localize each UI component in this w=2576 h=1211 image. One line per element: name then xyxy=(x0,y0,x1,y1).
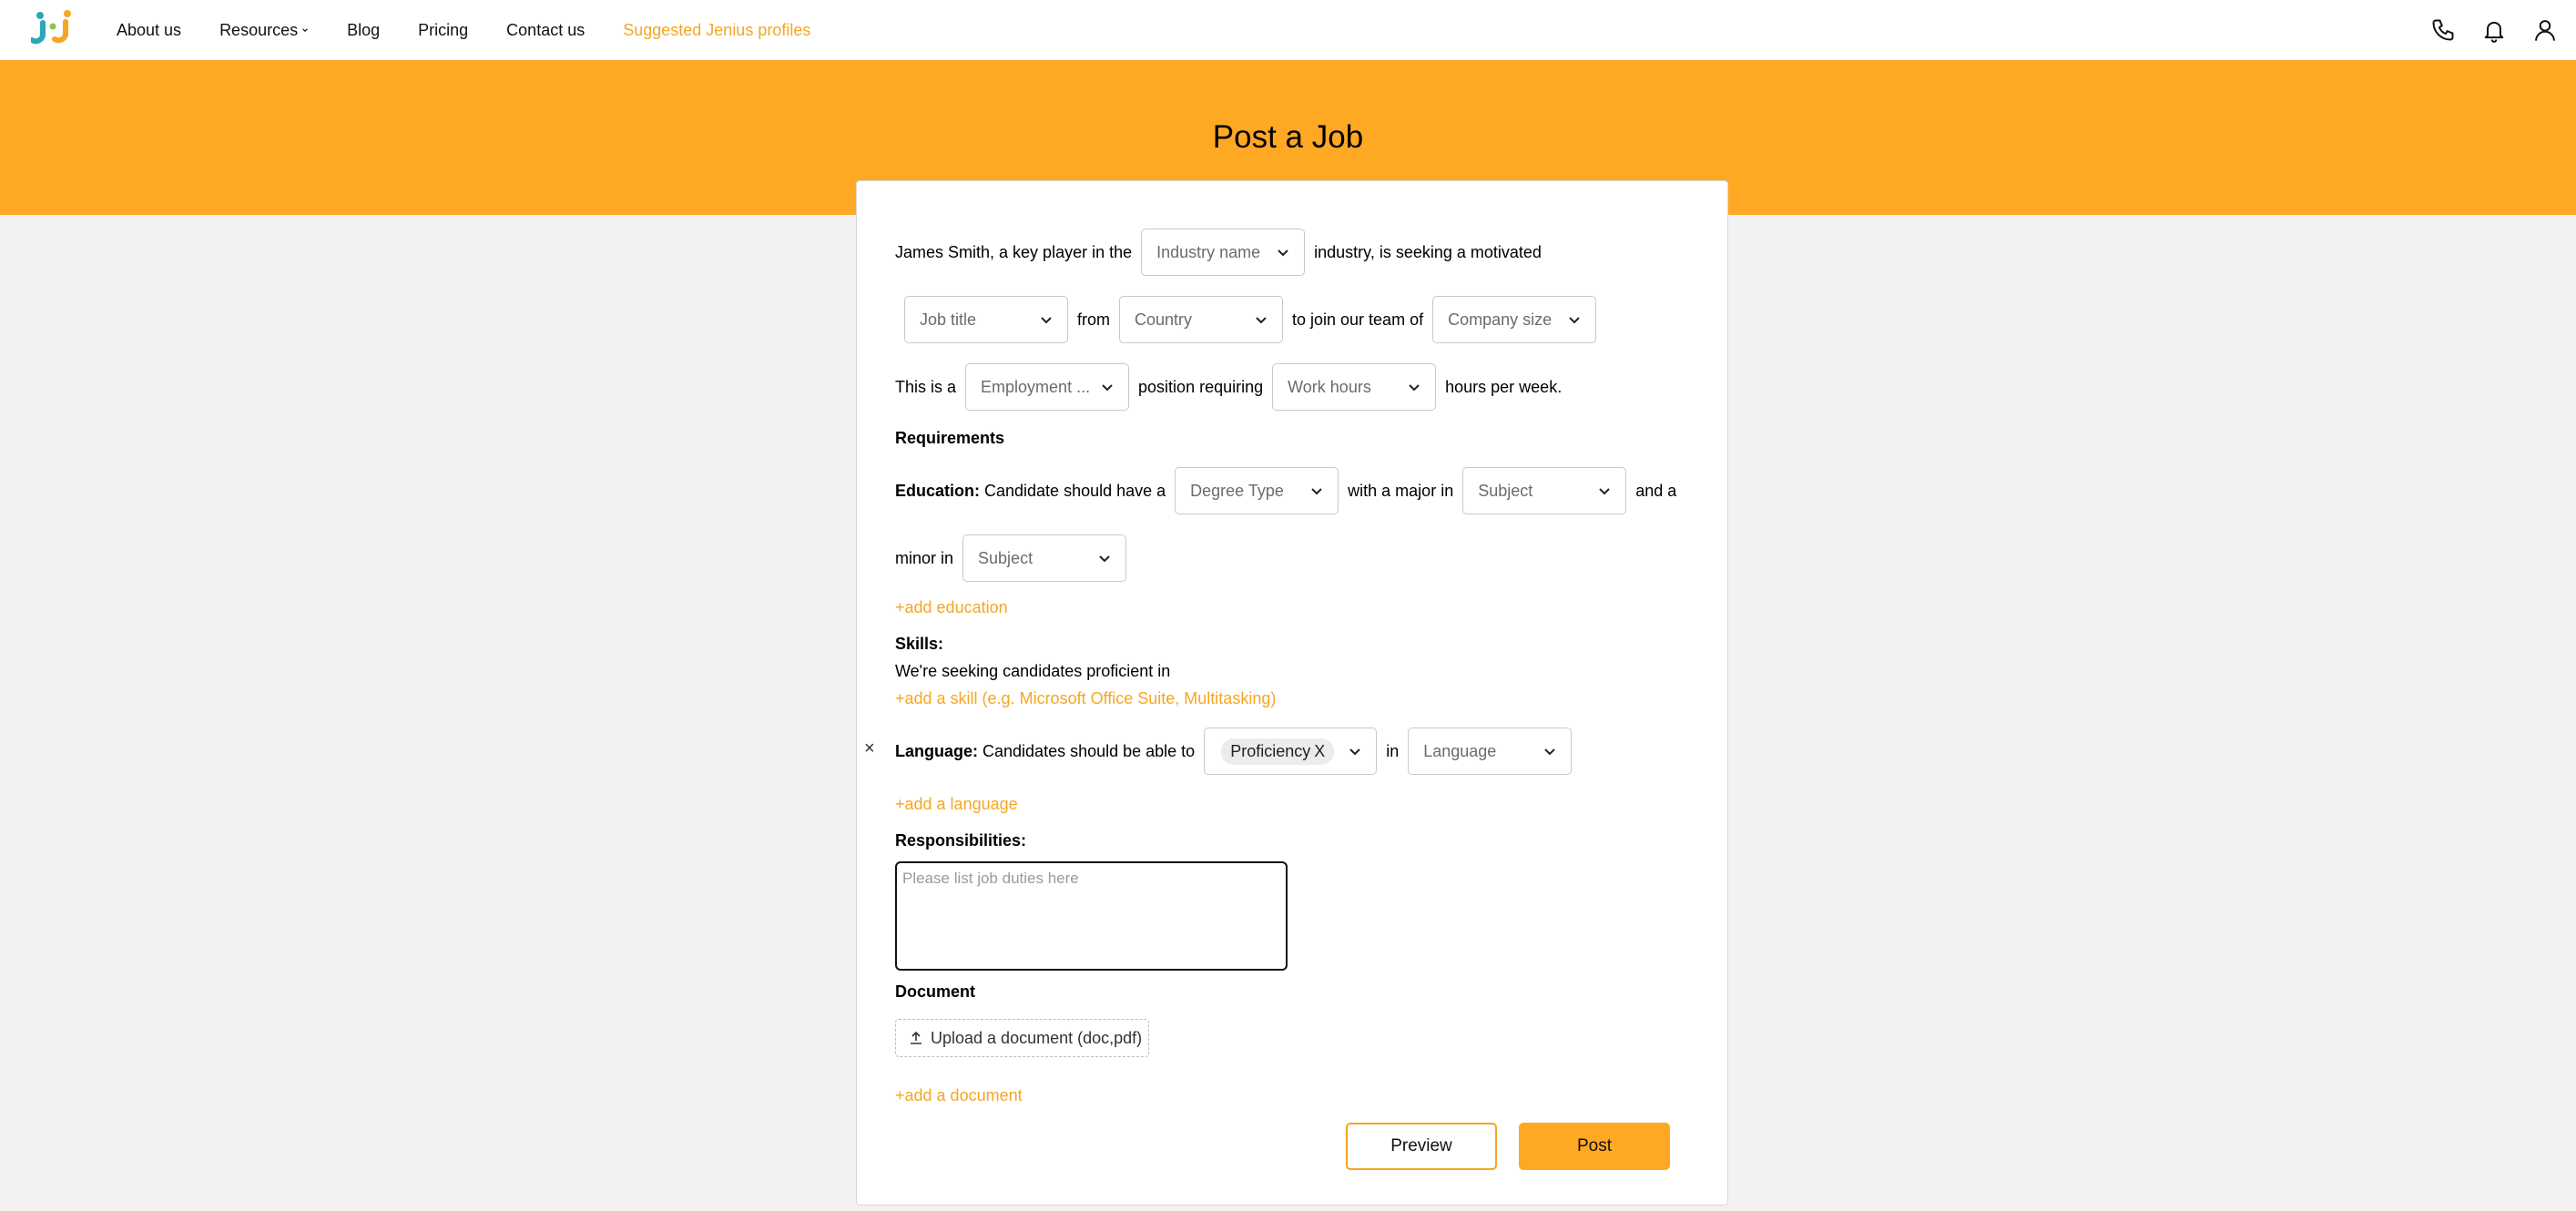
major-subject-select-placeholder: Subject xyxy=(1478,481,1533,500)
language-in-text: in xyxy=(1386,741,1400,760)
job-title-select-placeholder: Job title xyxy=(920,310,977,329)
top-navbar: About us Resources Blog Pricing Contact … xyxy=(0,0,2576,60)
upload-document-button[interactable]: Upload a document (doc,pdf) xyxy=(895,1019,1149,1057)
employment-type-select[interactable]: Employment ... xyxy=(965,363,1130,411)
upload-document-label: Upload a document (doc,pdf) xyxy=(931,1028,1143,1047)
bell-icon[interactable] xyxy=(2481,17,2507,43)
post-button[interactable]: Post xyxy=(1519,1123,1670,1170)
responsibilities-label: Responsibilities: xyxy=(895,831,1027,850)
degree-type-select-placeholder: Degree Type xyxy=(1190,481,1284,500)
intro-line-3-prefix: This is a xyxy=(895,377,957,396)
intro-line-2-from: from xyxy=(1077,310,1110,329)
chip-remove-button[interactable]: X xyxy=(1314,742,1325,761)
add-language-link[interactable]: +add a language xyxy=(895,795,1018,814)
phone-icon[interactable] xyxy=(2430,17,2456,43)
preview-button[interactable]: Preview xyxy=(1346,1123,1497,1170)
industry-select[interactable]: Industry name xyxy=(1141,229,1306,276)
industry-select-placeholder: Industry name xyxy=(1156,242,1261,261)
intro-line-2-join: to join our team of xyxy=(1292,310,1424,329)
degree-type-select[interactable]: Degree Type xyxy=(1175,467,1339,514)
intro-line-1: James Smith, a key player in the Industr… xyxy=(895,229,1542,276)
education-label: Education: xyxy=(895,481,980,500)
chevron-down-icon xyxy=(1569,316,1580,323)
company-size-select-placeholder: Company size xyxy=(1448,310,1553,329)
language-text: Candidates should be able to xyxy=(983,741,1196,760)
nav-resources-label: Resources xyxy=(219,20,299,39)
skills-label: Skills: xyxy=(895,635,944,653)
main-nav: About us Resources Blog Pricing Contact … xyxy=(117,0,849,60)
education-text-1: Candidate should have a xyxy=(984,481,1166,500)
language-label: Language: xyxy=(895,741,979,760)
education-line-1: Education: Candidate should have a Degre… xyxy=(895,467,1676,514)
intro-line-1-prefix: James Smith, a key player in the xyxy=(895,242,1133,261)
chevron-down-icon xyxy=(1102,383,1113,391)
education-text-2: with a major in xyxy=(1348,481,1454,500)
proficiency-select[interactable]: Proficiency X xyxy=(1204,728,1378,775)
proficiency-chip: Proficiency X xyxy=(1221,738,1335,765)
add-skill-link[interactable]: +add a skill (e.g. Microsoft Office Suit… xyxy=(895,689,1276,708)
country-select-placeholder: Country xyxy=(1135,310,1193,329)
responsibilities-textarea[interactable] xyxy=(895,861,1288,971)
company-size-select[interactable]: Company size xyxy=(1432,296,1597,343)
nav-blog[interactable]: Blog xyxy=(347,21,380,40)
minor-subject-select[interactable]: Subject xyxy=(962,534,1127,582)
chevron-down-icon xyxy=(1311,487,1322,494)
chevron-down-icon xyxy=(1278,249,1288,256)
nav-suggested-profiles-label: Suggested Jenius profiles xyxy=(623,20,811,39)
proficiency-chip-label: Proficiency xyxy=(1230,741,1311,760)
chevron-down-icon xyxy=(1409,383,1420,391)
chevron-down-icon xyxy=(1599,487,1610,494)
education-text-3: and a xyxy=(1635,481,1677,500)
chevron-down-icon xyxy=(1099,555,1110,562)
intro-line-1-suffix: industry, is seeking a motivated xyxy=(1314,242,1542,261)
chevron-down-icon xyxy=(1349,748,1360,755)
post-job-form-card: James Smith, a key player in the Industr… xyxy=(856,180,1728,1206)
jenius-logo[interactable] xyxy=(31,8,76,46)
country-select[interactable]: Country xyxy=(1119,296,1283,343)
job-title-select[interactable]: Job title xyxy=(904,296,1068,343)
nav-contact-us-label: Contact us xyxy=(506,20,585,39)
intro-line-2: Job title from Country to join our team … xyxy=(904,296,1597,343)
intro-line-3: This is a Employment ... position requir… xyxy=(895,363,1562,411)
language-select-placeholder: Language xyxy=(1423,741,1497,760)
chevron-down-icon xyxy=(1256,316,1267,323)
nav-about-us[interactable]: About us xyxy=(117,21,181,40)
education-text-4: minor in xyxy=(895,548,954,567)
document-label: Document xyxy=(895,982,976,1001)
intro-line-3-suffix: hours per week. xyxy=(1445,377,1563,396)
education-line-2: minor in Subject xyxy=(895,534,1127,582)
nav-resources[interactable]: Resources xyxy=(219,21,309,40)
nav-contact-us[interactable]: Contact us xyxy=(506,21,585,40)
major-subject-select[interactable]: Subject xyxy=(1462,467,1627,514)
work-hours-select-placeholder: Work hours xyxy=(1288,377,1371,396)
skills-text: We're seeking candidates proficient in xyxy=(895,662,1171,680)
topbar-actions xyxy=(2430,0,2576,60)
chevron-down-icon xyxy=(1544,748,1555,755)
add-document-link[interactable]: +add a document xyxy=(895,1086,1023,1105)
requirements-heading: Requirements xyxy=(895,429,1005,447)
employment-type-select-placeholder: Employment ... xyxy=(981,377,1091,396)
page-title: Post a Job xyxy=(1212,119,1364,155)
intro-line-3-middle: position requiring xyxy=(1138,377,1264,396)
remove-language-button[interactable]: × xyxy=(864,738,875,759)
nav-pricing-label: Pricing xyxy=(418,20,469,39)
add-education-link[interactable]: +add education xyxy=(895,598,1008,617)
nav-blog-label: Blog xyxy=(347,20,381,39)
language-select[interactable]: Language xyxy=(1408,728,1573,775)
chevron-down-icon xyxy=(302,28,308,33)
upload-icon xyxy=(911,1031,921,1044)
language-line: Language: Candidates should be able to P… xyxy=(895,728,1573,775)
nav-about-us-label: About us xyxy=(117,20,182,39)
nav-suggested-profiles[interactable]: Suggested Jenius profiles xyxy=(623,21,810,40)
minor-subject-select-placeholder: Subject xyxy=(978,548,1033,567)
nav-pricing[interactable]: Pricing xyxy=(418,21,468,40)
work-hours-select[interactable]: Work hours xyxy=(1272,363,1437,411)
chevron-down-icon xyxy=(1041,316,1052,323)
user-icon[interactable] xyxy=(2532,17,2558,43)
